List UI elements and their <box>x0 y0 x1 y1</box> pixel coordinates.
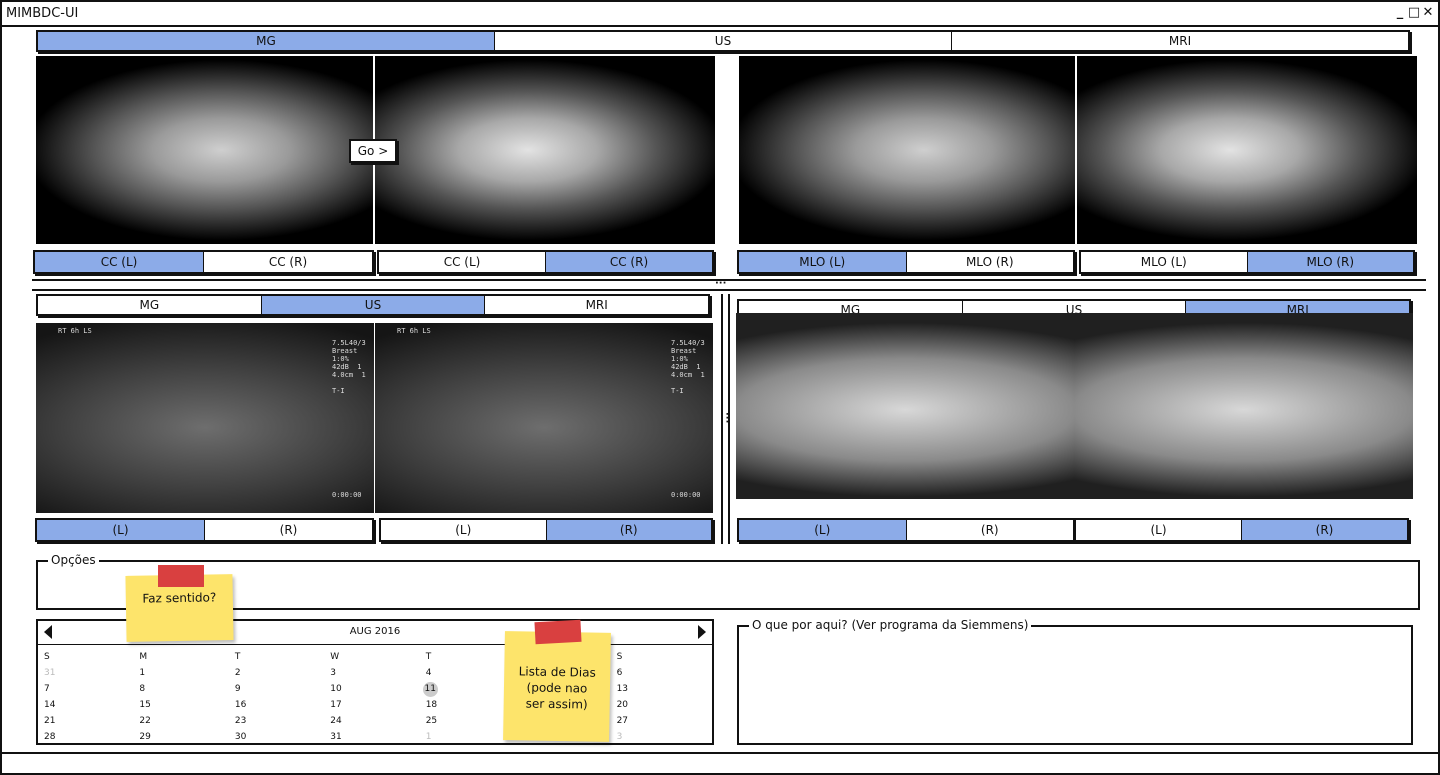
us-overlay-label: RT 6h LS <box>397 327 431 335</box>
tab-mri[interactable]: MRI <box>485 296 709 314</box>
calendar-day[interactable]: 31 <box>42 665 137 681</box>
calendar-day[interactable]: 30 <box>233 729 328 745</box>
maximize-icon[interactable]: □ <box>1407 5 1421 21</box>
chevron-right-icon[interactable] <box>698 625 706 639</box>
view-left[interactable]: (L) <box>381 520 547 540</box>
view-left[interactable]: (L) <box>1076 520 1242 540</box>
today-marker: 11 <box>422 682 438 697</box>
view-cc-right[interactable]: CC (R) <box>204 252 372 272</box>
calendar-day[interactable]: 2 <box>233 665 328 681</box>
cc-view-selector-1: CC (L) CC (R) <box>33 250 374 274</box>
ultrasound-right: RT 6h LS 7.5L40/3 Breast 1:0% 42dB 1 4.0… <box>375 323 713 513</box>
calendar-day[interactable]: 6 <box>615 665 710 681</box>
weekday-label: M <box>139 652 148 662</box>
calendar-day[interactable]: 14 <box>42 697 137 713</box>
view-right[interactable]: (R) <box>546 520 711 540</box>
weekday-label: S <box>616 652 623 662</box>
title-bar: MIMBDC-UI _ □ ✕ <box>2 2 1438 27</box>
close-icon[interactable]: ✕ <box>1421 5 1435 21</box>
mammogram-mlo-right <box>1077 56 1417 244</box>
options-group: Opções <box>36 553 1420 610</box>
window-title: MIMBDC-UI <box>6 6 79 21</box>
app-window: MIMBDC-UI _ □ ✕ MG US MRI Go > CC (L) CC… <box>0 0 1440 775</box>
mri-view-selector-1: (L) (R) <box>737 518 1075 542</box>
view-mlo-right[interactable]: MLO (R) <box>1247 252 1413 272</box>
us-view-selector-1: (L) (R) <box>35 518 374 542</box>
tab-mri[interactable]: MRI <box>952 32 1408 50</box>
view-mlo-left[interactable]: MLO (L) <box>739 252 907 272</box>
view-right[interactable]: (R) <box>1242 520 1407 540</box>
tab-us[interactable]: US <box>261 296 486 314</box>
view-cc-right[interactable]: CC (R) <box>546 252 712 272</box>
view-right[interactable]: (R) <box>205 520 372 540</box>
mri-image <box>736 313 1413 499</box>
calendar-day[interactable]: 10 <box>328 681 423 697</box>
options-legend: Opções <box>48 553 99 567</box>
what-here-legend: O que por aqui? (Ver programa da Siemmen… <box>749 618 1032 632</box>
view-right[interactable]: (R) <box>906 520 1073 540</box>
calendar-day[interactable]: 29 <box>137 729 232 745</box>
tab-us[interactable]: US <box>495 32 952 50</box>
sticky-tape <box>534 619 582 645</box>
mammogram-mlo-left <box>739 56 1075 244</box>
view-cc-left[interactable]: CC (L) <box>35 252 204 272</box>
weekday-label: T <box>234 652 241 662</box>
calendar-day[interactable]: 1 <box>137 665 232 681</box>
us-overlay-params: 7.5L40/3 Breast 1:0% 42dB 1 4.0cm 1 T-I <box>332 339 366 395</box>
horizontal-splitter-line <box>32 289 1426 291</box>
mlo-view-selector-2: MLO (L) MLO (R) <box>1079 250 1415 274</box>
mammogram-cc-right <box>375 56 715 244</box>
calendar-day[interactable]: 20 <box>615 697 710 713</box>
calendar-day[interactable]: 7 <box>42 681 137 697</box>
mlo-view-selector-1: MLO (L) MLO (R) <box>737 250 1075 274</box>
what-here-group: O que por aqui? (Ver programa da Siemmen… <box>737 618 1413 745</box>
top-modality-tabs: MG US MRI <box>36 30 1410 52</box>
bottom-left-modality-tabs: MG US MRI <box>36 294 710 316</box>
tab-mg[interactable]: MG <box>38 296 262 314</box>
cc-view-selector-2: CC (L) CC (R) <box>377 250 714 274</box>
us-overlay-time: 0:00:00 <box>332 491 362 499</box>
calendar-day[interactable]: 28 <box>42 729 137 745</box>
ultrasound-left: RT 6h LS 7.5L40/3 Breast 1:0% 42dB 1 4.0… <box>36 323 374 513</box>
calendar-day[interactable]: 27 <box>615 713 710 729</box>
sticky-tape <box>158 565 204 587</box>
calendar-day[interactable]: 23 <box>233 713 328 729</box>
calendar-day[interactable]: 21 <box>42 713 137 729</box>
calendar-day[interactable]: 13 <box>615 681 710 697</box>
sticky-note-calendar: Lista de Dias (pode nao ser assim) <box>503 631 611 742</box>
weekday-label: W <box>330 652 340 662</box>
sticky-note-text: Faz sentido? <box>142 590 217 606</box>
status-bar-divider <box>2 752 1438 754</box>
calendar-day[interactable]: 22 <box>137 713 232 729</box>
us-overlay-params: 7.5L40/3 Breast 1:0% 42dB 1 4.0cm 1 T-I <box>671 339 705 395</box>
view-left[interactable]: (L) <box>739 520 907 540</box>
us-overlay-label: RT 6h LS <box>58 327 92 335</box>
calendar-day[interactable]: 9 <box>233 681 328 697</box>
mri-view-selector-2: (L) (R) <box>1074 518 1409 542</box>
vertical-grip-icon[interactable]: ··· <box>721 412 732 423</box>
view-mlo-right[interactable]: MLO (R) <box>906 252 1073 272</box>
tab-mg[interactable]: MG <box>38 32 495 50</box>
view-mlo-left[interactable]: MLO (L) <box>1081 252 1248 272</box>
sticky-note-text: Lista de Dias (pode nao ser assim) <box>518 664 596 712</box>
go-button[interactable]: Go > <box>349 139 397 163</box>
minimize-icon[interactable]: _ <box>1393 5 1407 21</box>
calendar-day[interactable]: 8 <box>137 681 232 697</box>
calendar-day[interactable]: 3 <box>328 665 423 681</box>
view-left[interactable]: (L) <box>37 520 205 540</box>
calendar-day[interactable]: 24 <box>328 713 423 729</box>
splitter-grip-icon[interactable]: ··· <box>715 278 726 289</box>
horizontal-splitter[interactable] <box>32 279 1426 281</box>
calendar-day[interactable]: 15 <box>137 697 232 713</box>
weekday-label: S <box>44 652 50 662</box>
mammogram-cc-left <box>36 56 373 244</box>
us-overlay-time: 0:00:00 <box>671 491 701 499</box>
view-cc-left[interactable]: CC (L) <box>379 252 546 272</box>
calendar-day[interactable]: 17 <box>328 697 423 713</box>
us-view-selector-2: (L) (R) <box>379 518 713 542</box>
calendar-day[interactable]: 3 <box>615 729 710 745</box>
calendar-day[interactable]: 31 <box>328 729 423 745</box>
calendar-day[interactable]: 16 <box>233 697 328 713</box>
